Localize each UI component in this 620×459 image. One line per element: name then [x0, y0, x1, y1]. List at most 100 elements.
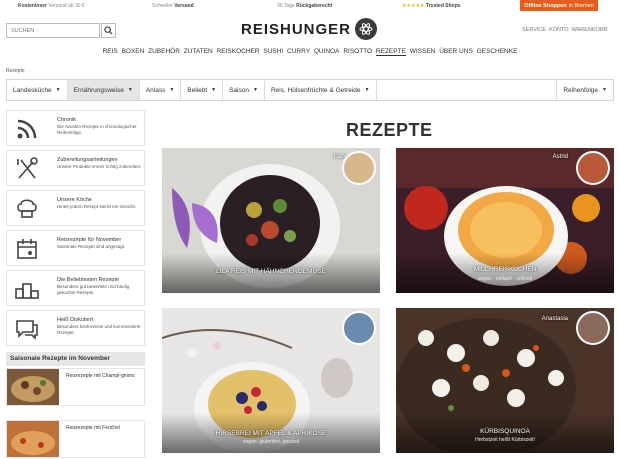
- seasonal-heading: Saisonale Rezepte im November: [6, 352, 145, 366]
- author-name[interactable]: Astrid: [553, 154, 568, 160]
- seasonal-item-champignons[interactable]: Reisrezepte mit Champi-gnons: [6, 368, 145, 406]
- chat-bubble-icon: [16, 320, 38, 340]
- author-name[interactable]: Anastasia: [542, 316, 568, 322]
- account-links: SERVICE KONTO WARENKORB: [522, 27, 608, 33]
- cart-link[interactable]: WARENKORB: [572, 27, 608, 33]
- shipping-info: Kostenloser Versand ab 30 €: [18, 3, 85, 9]
- account-link[interactable]: KONTO: [549, 27, 568, 33]
- author-avatar[interactable]: [576, 151, 610, 185]
- return-text: 30 Tage: [277, 3, 295, 9]
- sidebar-item-november[interactable]: Reisrezepte für November Saisonale Rezep…: [6, 230, 145, 266]
- sort-label: Reihenfolge: [563, 86, 599, 94]
- rss-icon: [17, 119, 37, 139]
- nav-item-reiskocher[interactable]: REISKOCHER: [217, 48, 260, 55]
- caret-down-icon: ▼: [364, 87, 370, 93]
- sidebar-item-title: Zubereitungsanleitungen: [57, 157, 118, 163]
- sidebar-item-title: Heiß Diskutiert: [57, 317, 94, 323]
- sidebar-item-title: Unsere Köche: [57, 197, 92, 203]
- nav-item-quinoa[interactable]: QUINOA: [314, 48, 340, 55]
- star-rating-icon: ★★★★★: [402, 3, 425, 9]
- caret-down-icon: ▼: [169, 87, 175, 93]
- seasonal-item-label: Reisrezepte mit Champi-gnons: [66, 373, 135, 379]
- offline-bold: Offline Shoppen: [524, 2, 567, 9]
- filter-ernaehrungsweise[interactable]: Ernährungsweise ▼: [67, 80, 140, 100]
- sidebar-item-diskutiert[interactable]: Heiß Diskutiert Besonders kontroverse un…: [6, 310, 145, 346]
- nav-item-curry[interactable]: CURRY: [287, 48, 310, 55]
- sidebar-item-koeche[interactable]: Unsere Köche Hinter jedem Rezept steckt …: [6, 190, 145, 226]
- sort-dropdown[interactable]: Reihenfolge ▼: [556, 80, 613, 100]
- nav-item-zutaten[interactable]: ZUTATEN: [184, 48, 213, 55]
- brand-logo[interactable]: REISHUNGER: [241, 21, 351, 38]
- utensils-icon: [17, 157, 38, 179]
- trusted-shops-label: Trusted Shops: [425, 3, 461, 9]
- filter-landeskueche[interactable]: Landesküche ▼: [7, 80, 68, 100]
- filter-saison[interactable]: Saison ▼: [223, 80, 265, 100]
- filter-label: Anlass: [145, 86, 166, 94]
- offline-shopping-button[interactable]: Offline Shoppen in Bremen: [520, 0, 598, 11]
- nav-item-zubehoer[interactable]: ZUBEHÖR: [148, 48, 180, 55]
- filter-label: Saison: [229, 86, 249, 94]
- filter-label: Ernährungsweise: [73, 86, 124, 94]
- offline-text: in Bremen: [568, 2, 594, 9]
- nav-item-sushi[interactable]: SUSHI: [263, 48, 283, 55]
- caret-down-icon: ▼: [127, 87, 133, 93]
- seasonal-item-label: Reisrezepte mit Fenchel: [66, 425, 120, 431]
- sidebar-item-title: Die Beliebtesten Rezepte: [57, 277, 120, 283]
- sidebar-item-desc: Die neusten Rezepte in chronologischer R…: [57, 124, 137, 135]
- nav-item-rezepte[interactable]: REZEPTE: [375, 48, 406, 56]
- service-link[interactable]: SERVICE: [522, 27, 546, 33]
- author-avatar[interactable]: [576, 311, 610, 345]
- recipe-card[interactable]: Astrid MILCHREISKUCHEN vegan · einfach ·…: [396, 148, 614, 293]
- caret-down-icon: ▼: [211, 87, 217, 93]
- nav-item-boxen[interactable]: BOXEN: [122, 48, 145, 55]
- recipe-card[interactable]: HIRSEBREI MIT APFEL & APRIKOSE vegan, gl…: [162, 308, 380, 453]
- recipe-title: HIRSEBREI MIT APFEL & APRIKOSE: [215, 430, 327, 437]
- sidebar-item-desc: Besonders kontroverse und kommentierte R…: [57, 324, 141, 335]
- caret-down-icon: ▼: [602, 87, 607, 93]
- shipping-text: Versand ab 30 €: [48, 3, 85, 9]
- breadcrumb[interactable]: Rezepte: [6, 68, 25, 74]
- nav-item-risotto[interactable]: RISOTTO: [343, 48, 372, 55]
- chef-hat-icon: [17, 199, 37, 218]
- author-avatar[interactable]: [342, 311, 376, 345]
- nav-item-reis[interactable]: REIS: [103, 48, 118, 55]
- nav-item-ueber-uns[interactable]: ÜBER UNS: [439, 48, 473, 55]
- podium-icon: [15, 283, 39, 299]
- sidebar-item-desc: Saisonale Rezepte sind angesagt.: [57, 244, 126, 249]
- sidebar-item-beliebteste[interactable]: Die Beliebtesten Rezepte Besonders gut b…: [6, 270, 145, 306]
- sidebar-item-title: Chronik: [57, 117, 76, 123]
- recipe-title: MILCHREISKUCHEN: [473, 266, 537, 273]
- recipe-thumbnail: [7, 421, 59, 457]
- search-input[interactable]: SUCHEN: [6, 23, 100, 38]
- return-bold: Rückgaberecht: [296, 3, 333, 9]
- fast-text: Schneller: [152, 3, 173, 9]
- calendar-icon: [17, 239, 37, 259]
- filter-anlass[interactable]: Anlass ▼: [140, 80, 182, 100]
- nav-item-wissen[interactable]: WISSEN: [410, 48, 436, 55]
- sidebar-item-zubereitung[interactable]: Zubereitungsanleitungen Unsere Produkte …: [6, 150, 145, 186]
- recipe-card[interactable]: Anastasia KÜRBISQUINOA Herbstzeit heißt …: [396, 308, 614, 453]
- sidebar-item-desc: Hinter jedem Rezept steckt ein Gesicht.: [57, 204, 137, 209]
- caret-down-icon: ▼: [55, 87, 61, 93]
- search-button[interactable]: [101, 23, 116, 38]
- filter-label: Landesküche: [13, 86, 52, 94]
- return-info: 30 Tage Rückgaberecht: [277, 3, 332, 9]
- recipe-card[interactable]: Dani LILA REIS MIT HÄHNCHENGEMÜSE: [162, 148, 380, 293]
- filter-bar: Landesküche ▼ Ernährungsweise ▼ Anlass ▼ Be…: [6, 79, 614, 101]
- sidebar-item-chronik[interactable]: Chronik Die neusten Rezepte in chronolog…: [6, 110, 145, 146]
- recipe-thumbnail: [7, 369, 59, 405]
- main-navigation: REIS BOXEN ZUBEHÖR ZUTATEN REISKOCHER SU…: [0, 48, 620, 56]
- logo-rice-icon[interactable]: [355, 18, 377, 40]
- card-overlay: [396, 253, 614, 293]
- nav-item-geschenke[interactable]: GESCHENKE: [477, 48, 518, 55]
- filter-beliebt[interactable]: Beliebt ▼: [181, 80, 224, 100]
- trusted-info[interactable]: ★★★★★ Trusted Shops: [402, 3, 461, 9]
- filter-reis-getreide[interactable]: Reis, Hülsenfrüchte & Getreide ▼: [265, 80, 377, 100]
- author-avatar[interactable]: [342, 151, 376, 185]
- recipe-subtitle: vegan · einfach · schnell: [477, 276, 533, 282]
- fast-info: Schneller Versand: [152, 3, 194, 9]
- shipping-bold: Kostenloser: [18, 3, 47, 9]
- sidebar-item-desc: Unsere Produkte immer richtig zubereiten…: [57, 164, 142, 169]
- recipe-title: KÜRBISQUINOA: [480, 428, 530, 435]
- seasonal-item-fenchel[interactable]: Reisrezepte mit Fenchel: [6, 420, 145, 458]
